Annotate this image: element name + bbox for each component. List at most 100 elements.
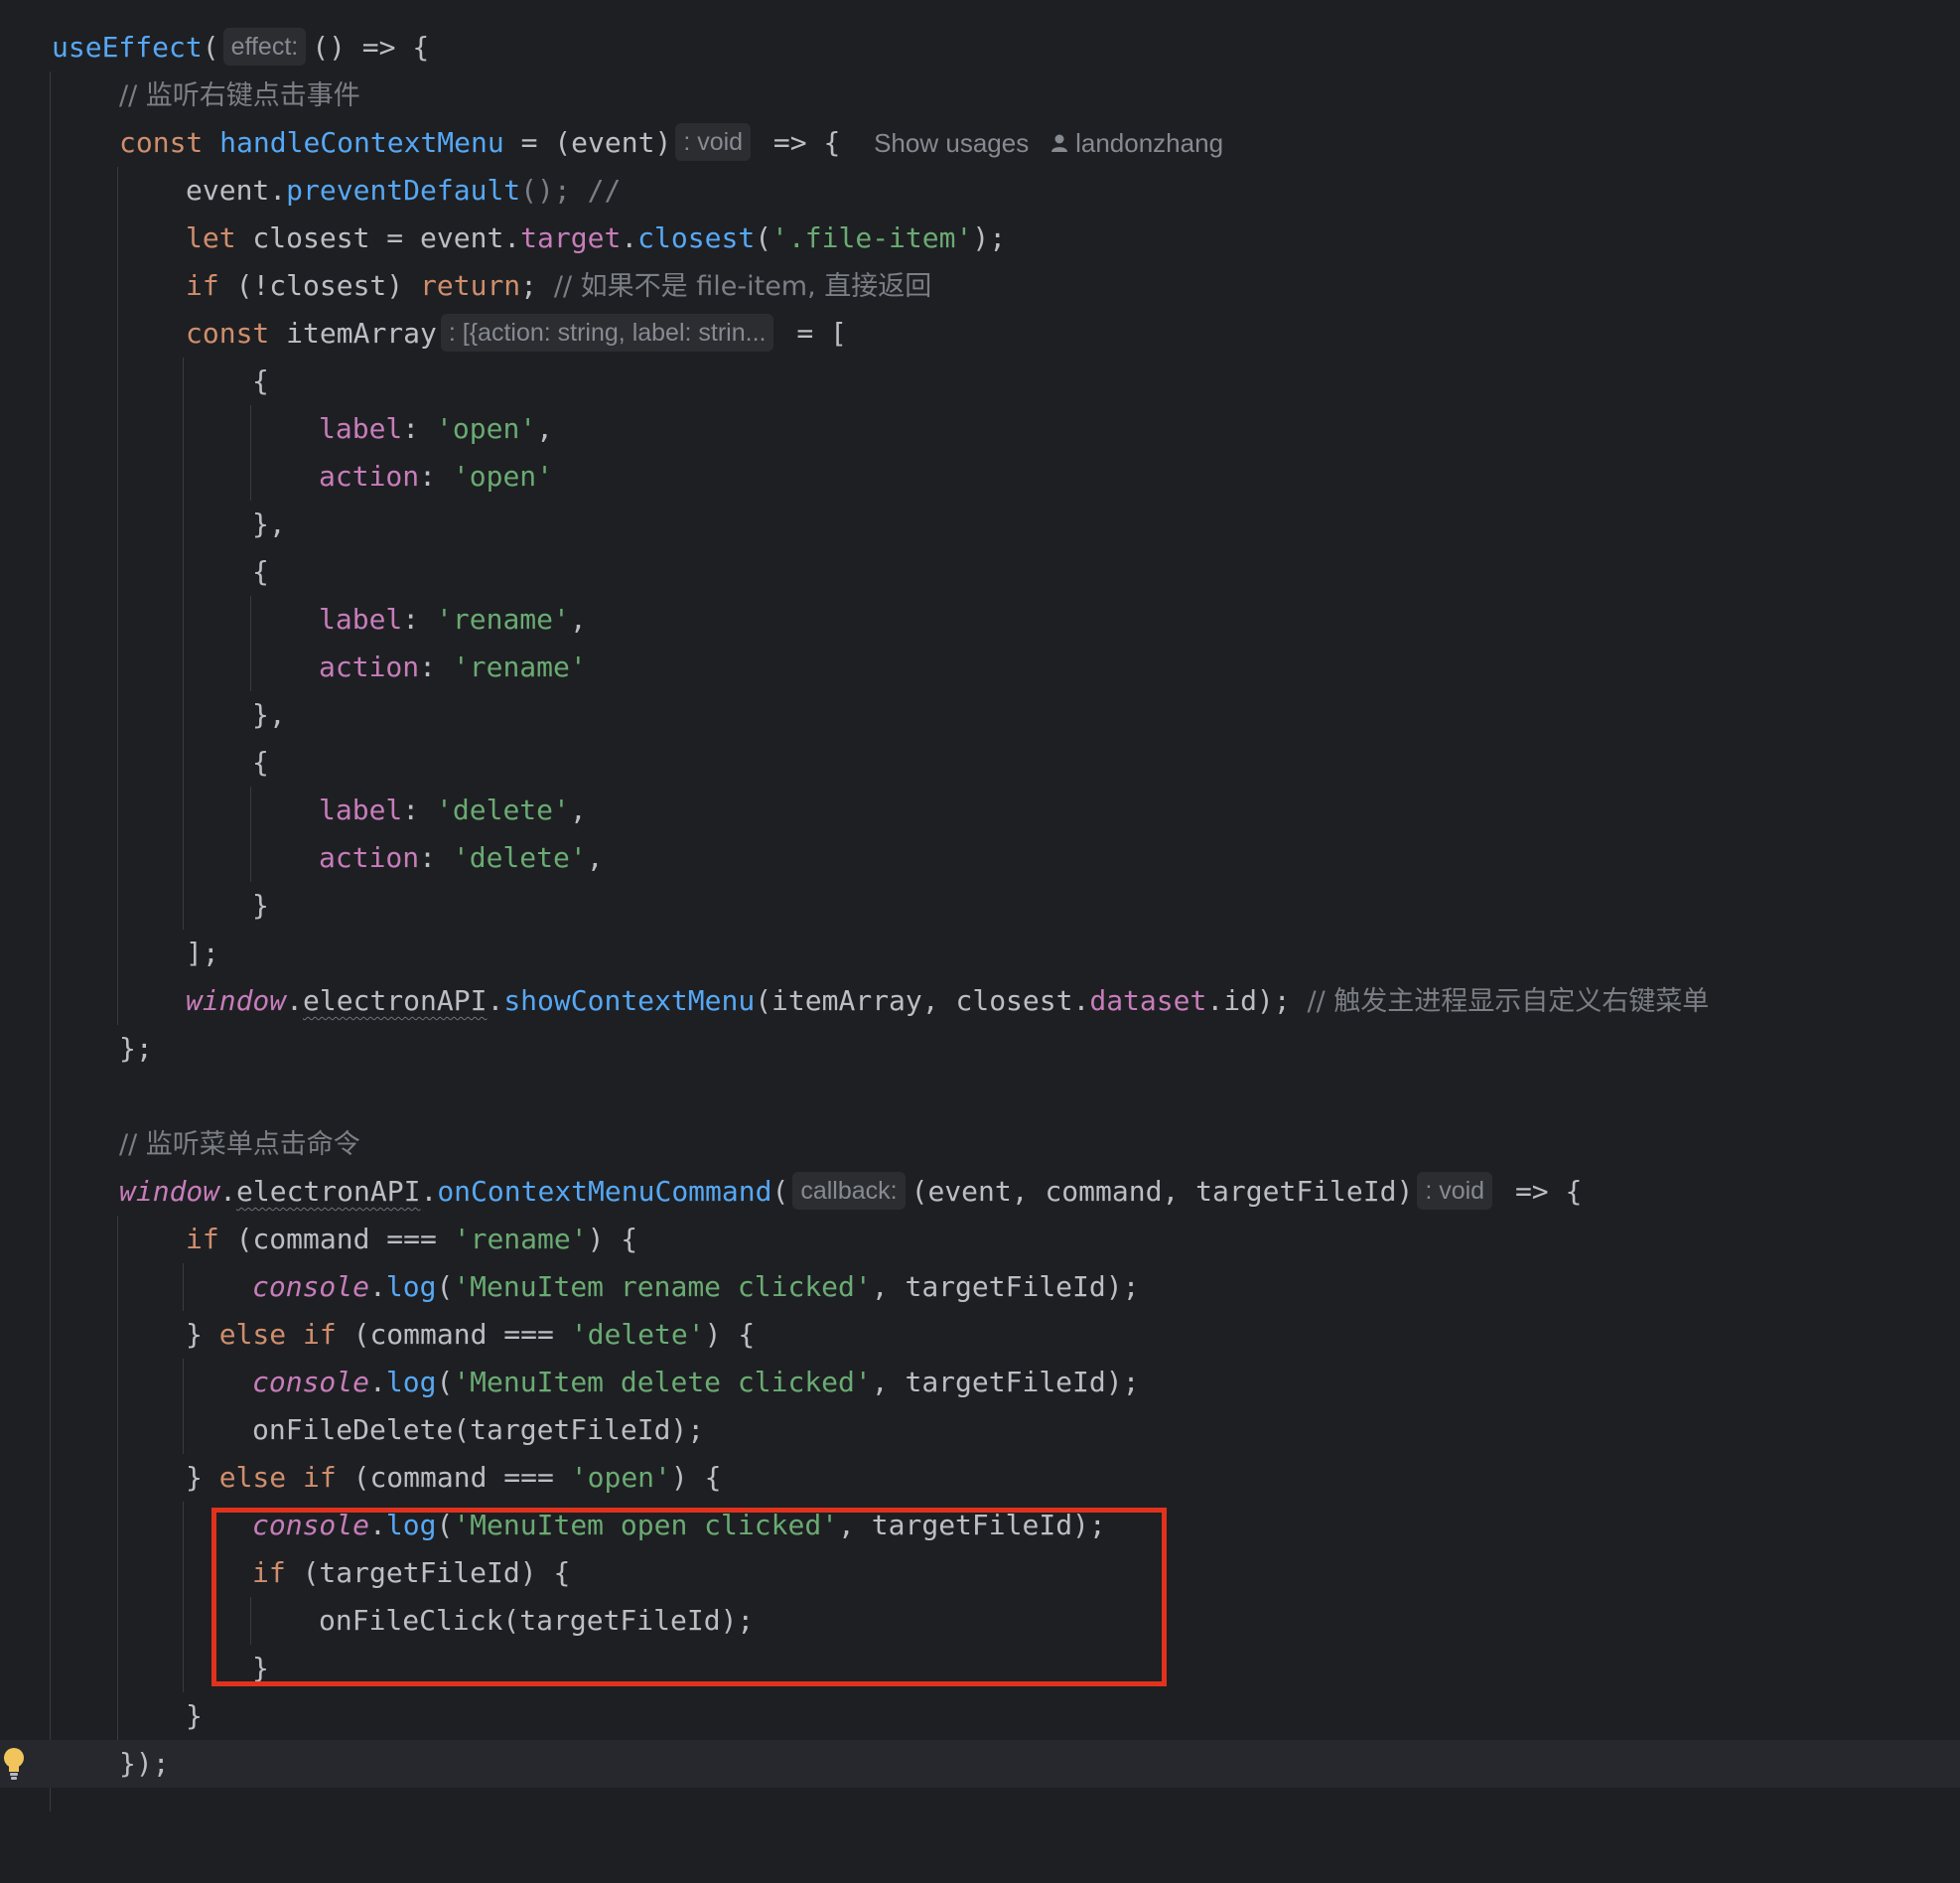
- code-line[interactable]: // 监听右键点击事件: [0, 72, 1960, 119]
- code-token: log: [385, 1366, 437, 1398]
- code-token: handleContextMenu: [219, 126, 504, 159]
- code-token: .: [286, 984, 304, 1017]
- code-token: electronAPI: [236, 1175, 421, 1208]
- code-token: window: [119, 1175, 220, 1208]
- code-line[interactable]: },: [0, 501, 1960, 548]
- code-token: closest = event.: [235, 221, 521, 254]
- code-line[interactable]: if (!closest) return; // 如果不是 file-item,…: [0, 262, 1960, 310]
- code-token: ,: [569, 794, 587, 826]
- code-line[interactable]: action: 'open': [0, 453, 1960, 501]
- code-token: (command ===: [336, 1318, 571, 1351]
- code-token: });: [119, 1747, 170, 1780]
- current-code-line[interactable]: });: [0, 1740, 1960, 1788]
- code-token: label: [319, 794, 403, 826]
- code-token: .: [487, 984, 504, 1017]
- code-token: (: [771, 1175, 789, 1208]
- code-token: (); //: [520, 174, 622, 207]
- code-line[interactable]: };: [0, 1025, 1960, 1073]
- code-token: window: [186, 984, 287, 1017]
- code-token: , targetFileId);: [871, 1366, 1140, 1398]
- code-token: , targetFileId);: [871, 1270, 1140, 1303]
- code-line[interactable]: console.log('MenuItem rename clicked', t…: [0, 1263, 1960, 1311]
- code-line[interactable]: }: [0, 882, 1960, 930]
- code-line[interactable]: window.electronAPI.onContextMenuCommand(…: [0, 1168, 1960, 1216]
- code-token: }: [186, 1318, 219, 1351]
- code-string: 'delete': [436, 794, 570, 826]
- code-token: return: [420, 269, 521, 302]
- code-token: ;: [520, 269, 554, 302]
- code-token: {: [252, 555, 269, 588]
- code-token: (: [202, 31, 219, 64]
- code-token: :: [419, 841, 453, 874]
- code-line[interactable]: event.preventDefault(); //: [0, 167, 1960, 215]
- code-token: useEffect: [52, 31, 203, 64]
- code-token: = [: [779, 317, 847, 350]
- author-name[interactable]: landonzhang: [1075, 128, 1223, 158]
- code-line[interactable]: const handleContextMenu = (event): void …: [0, 119, 1960, 167]
- code-line[interactable]: {: [0, 548, 1960, 596]
- code-token: {: [252, 746, 269, 779]
- code-line[interactable]: {: [0, 739, 1960, 787]
- code-line[interactable]: console.log('MenuItem delete clicked', t…: [0, 1359, 1960, 1406]
- code-token: action: [319, 841, 420, 874]
- code-token: => {: [757, 126, 841, 159]
- code-token: event.: [186, 174, 287, 207]
- code-token: label: [319, 603, 403, 636]
- code-token: target: [520, 221, 622, 254]
- code-token: ];: [186, 937, 219, 969]
- code-token: :: [419, 460, 453, 493]
- code-token: let: [186, 221, 236, 254]
- code-comment: // 监听右键点击事件: [119, 80, 360, 111]
- parameter-hint: effect:: [222, 28, 307, 66]
- code-line[interactable]: } else if (command === 'delete') {: [0, 1311, 1960, 1359]
- code-string: 'rename': [436, 603, 570, 636]
- type-hint: : [{action: string, label: strin...: [440, 314, 774, 352]
- code-line[interactable]: },: [0, 691, 1960, 739]
- code-line[interactable]: useEffect(effect:() => {: [0, 24, 1960, 72]
- code-line[interactable]: let closest = event.target.closest('.fil…: [0, 215, 1960, 262]
- code-token: (command ===: [218, 1223, 454, 1255]
- code-token: .id);: [1206, 984, 1308, 1017]
- code-line[interactable]: }: [0, 1692, 1960, 1740]
- code-comment: // 如果不是 file-item, 直接返回: [553, 271, 932, 302]
- code-line[interactable]: label: 'open',: [0, 405, 1960, 453]
- user-icon: [1050, 128, 1068, 158]
- code-token: ) {: [704, 1318, 756, 1351]
- code-line[interactable]: label: 'rename',: [0, 596, 1960, 644]
- code-token: (itemArray, closest.: [755, 984, 1090, 1017]
- code-token: log: [385, 1270, 437, 1303]
- code-token: .: [219, 1175, 237, 1208]
- code-line[interactable]: {: [0, 358, 1960, 405]
- code-line[interactable]: } else if (command === 'open') {: [0, 1454, 1960, 1502]
- code-string: 'MenuItem delete clicked': [453, 1366, 872, 1398]
- code-token: .: [420, 1175, 438, 1208]
- lightbulb-icon[interactable]: [2, 1746, 26, 1782]
- code-string: 'rename': [452, 651, 587, 683]
- code-line[interactable]: action: 'delete',: [0, 834, 1960, 882]
- code-line[interactable]: window.electronAPI.showContextMenu(itemA…: [0, 977, 1960, 1025]
- code-token: dataset: [1089, 984, 1207, 1017]
- show-usages-link[interactable]: Show usages: [874, 128, 1029, 158]
- type-hint: : void: [675, 123, 752, 161]
- highlight-box: [211, 1508, 1167, 1686]
- code-token: :: [402, 412, 437, 445]
- code-token: ) {: [587, 1223, 638, 1255]
- code-token: electronAPI: [303, 984, 488, 1017]
- code-line[interactable]: // 监听菜单点击命令: [0, 1120, 1960, 1168]
- code-token: }: [186, 1461, 219, 1494]
- code-token: label: [319, 412, 403, 445]
- code-line[interactable]: onFileDelete(targetFileId);: [0, 1406, 1960, 1454]
- code-token: };: [119, 1032, 153, 1065]
- code-line[interactable]: const itemArray: [{action: string, label…: [0, 310, 1960, 358]
- code-token: preventDefault: [286, 174, 521, 207]
- code-string: 'delete': [570, 1318, 705, 1351]
- code-line[interactable]: if (command === 'rename') {: [0, 1216, 1960, 1263]
- code-string: 'open': [436, 412, 537, 445]
- type-hint: : void: [1417, 1172, 1493, 1210]
- code-token: action: [319, 651, 420, 683]
- code-token: },: [252, 507, 286, 540]
- code-line[interactable]: label: 'delete',: [0, 787, 1960, 834]
- code-line[interactable]: ];: [0, 930, 1960, 977]
- code-line[interactable]: action: 'rename': [0, 644, 1960, 691]
- code-editor[interactable]: useEffect(effect:() => { // 监听右键点击事件 con…: [0, 0, 1960, 1811]
